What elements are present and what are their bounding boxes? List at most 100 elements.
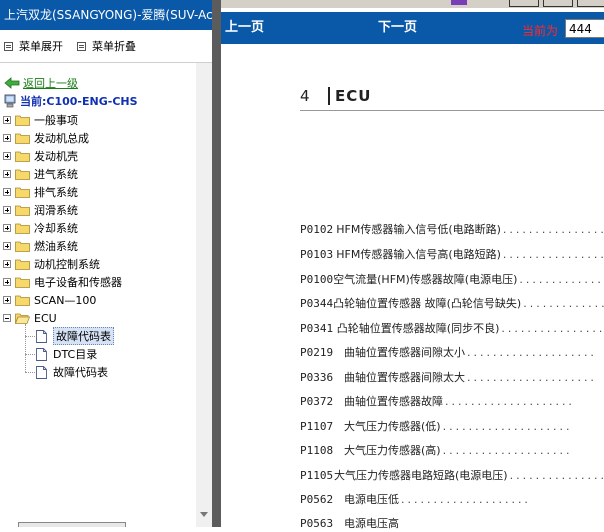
- tree-child-label: DTC目录: [53, 348, 98, 361]
- tree-item-cooling-system[interactable]: 冷却系统: [3, 220, 78, 236]
- leader-dots: ....................: [442, 419, 573, 433]
- expand-icon[interactable]: [3, 116, 11, 124]
- page-number-input[interactable]: [565, 19, 604, 38]
- tree-item-label: 排气系统: [34, 186, 78, 199]
- dtc-code: P1108: [300, 443, 334, 457]
- document-icon: [36, 365, 47, 379]
- folder-icon: [15, 151, 30, 162]
- leader-dots: ....................: [519, 272, 604, 286]
- dtc-description: 曲轴位置传感器故障: [344, 395, 443, 408]
- menu-expand-label: 菜单展开: [19, 40, 63, 53]
- menu-expand-button[interactable]: 菜单展开: [4, 38, 63, 54]
- folder-icon: [15, 169, 30, 180]
- back-link[interactable]: 返回上一级: [23, 75, 78, 91]
- expand-icon[interactable]: [3, 152, 11, 160]
- window-toolbar-strip: [221, 0, 604, 8]
- scroll-down-icon[interactable]: [200, 512, 208, 517]
- tree-item-ecu[interactable]: ECU: [3, 310, 57, 326]
- leader-dots: ....................: [502, 222, 604, 236]
- section-title: ECU: [335, 87, 372, 105]
- tree-item-fuel-system[interactable]: 燃油系统: [3, 238, 78, 254]
- tree-item-engine-housing[interactable]: 发动机壳: [3, 148, 78, 164]
- panel-title: 上汽双龙(SSANGYONG)-爱腾(SUV-Act: [0, 0, 212, 30]
- dtc-entry[interactable]: P0372 曲轴位置传感器故障....................: [300, 392, 604, 410]
- tree-item-label: 发动机壳: [34, 150, 78, 163]
- dtc-entry[interactable]: P1108 大气压力传感器(高)....................: [300, 441, 604, 459]
- tree-child-label: 故障代码表: [53, 327, 114, 345]
- tree-item-label: 动机控制系统: [34, 258, 100, 271]
- back-link-row[interactable]: 返回上一级: [4, 75, 78, 91]
- tree-item-engine-assembly[interactable]: 发动机总成: [3, 130, 89, 146]
- dtc-code: P0100: [300, 272, 334, 286]
- dtc-entry[interactable]: P0341凸轮轴位置传感器故障(同步不良)...................…: [300, 319, 604, 337]
- tree-connector: [25, 372, 35, 373]
- tree-item-engine-control[interactable]: 动机控制系统: [3, 256, 100, 272]
- leader-dots: ....................: [401, 492, 531, 506]
- panel-splitter[interactable]: [212, 0, 221, 527]
- dtc-entry[interactable]: P0100空气流量(HFM)传感器故障(电源电压)...............…: [300, 270, 604, 288]
- tree-item-general[interactable]: 一般事项: [3, 112, 78, 128]
- expand-icon[interactable]: [3, 260, 11, 268]
- collapse-icon[interactable]: [3, 314, 11, 322]
- document-icon: [36, 347, 47, 361]
- expand-icon[interactable]: [3, 188, 11, 196]
- menu-collapse-label: 菜单折叠: [92, 40, 136, 53]
- window-button[interactable]: [509, 0, 539, 7]
- folder-icon: [15, 223, 30, 234]
- expand-icon[interactable]: [3, 278, 11, 286]
- current-location: 当前:C100-ENG-CHS: [4, 93, 138, 109]
- dtc-code: P0372: [300, 394, 334, 408]
- tree-item-electronics-sensors[interactable]: 电子设备和传感器: [3, 274, 122, 290]
- page-navigation-bar: 上一页 下一页 当前为: [221, 12, 604, 44]
- tree-item-lubrication-system[interactable]: 润滑系统: [3, 202, 78, 218]
- green-arrow-left-icon: [4, 77, 20, 89]
- dtc-description: 电源电压低: [344, 493, 399, 506]
- expand-icon[interactable]: [3, 134, 11, 142]
- dtc-code: P0219: [300, 345, 334, 359]
- next-page-link[interactable]: 下一页: [378, 12, 417, 44]
- dtc-code: P0562: [300, 492, 334, 506]
- prev-page-link[interactable]: 上一页: [225, 12, 264, 44]
- window-button[interactable]: [577, 0, 604, 7]
- tree-item-label: 冷却系统: [34, 222, 78, 235]
- leader-dots: ....................: [467, 370, 597, 384]
- dtc-entry[interactable]: P0219 曲轴位置传感器间隙太小....................: [300, 343, 604, 361]
- expand-icon[interactable]: [3, 224, 11, 232]
- dtc-entry[interactable]: P0563 电源电压高: [300, 514, 604, 532]
- window-button[interactable]: [543, 0, 573, 7]
- dtc-entry[interactable]: P1107 大气压力传感器(低)....................: [300, 417, 604, 435]
- tree-child-dtc-table-2[interactable]: 故障代码表: [36, 364, 108, 380]
- tree-item-intake-system[interactable]: 进气系统: [3, 166, 78, 182]
- dtc-entry[interactable]: P0102HFM传感器输入信号低(电路断路)..................…: [300, 220, 604, 238]
- menu-collapse-button[interactable]: 菜单折叠: [77, 38, 136, 54]
- tree-child-dtc-table[interactable]: 故障代码表: [36, 327, 114, 345]
- dtc-description: 凸轮轴位置传感器故障(同步不良): [336, 322, 500, 335]
- dtc-entry[interactable]: P1105大气压力传感器电路短路(电源电压)..................…: [300, 466, 604, 484]
- tree-item-exhaust-system[interactable]: 排气系统: [3, 184, 78, 200]
- dtc-entry[interactable]: P0103HFM传感器输入信号高(电路短路)..................…: [300, 245, 604, 263]
- tree-connector: [25, 324, 26, 372]
- list-icon: [77, 41, 86, 51]
- dtc-entry[interactable]: P0344凸轮轴位置传感器 故障(凸轮信号缺失)................…: [300, 294, 604, 312]
- tree-child-dtc-index[interactable]: DTC目录: [36, 346, 97, 362]
- vertical-scrollbar[interactable]: [196, 63, 212, 527]
- expand-icon[interactable]: [3, 206, 11, 214]
- folder-open-icon: [15, 313, 30, 324]
- dtc-entry[interactable]: P0562 电源电压低....................: [300, 490, 604, 508]
- tree-item-scan100[interactable]: SCAN—100: [3, 292, 96, 308]
- list-icon: [4, 41, 13, 51]
- leader-dots: ....................: [509, 468, 604, 482]
- tree-connector: [25, 336, 35, 337]
- tree-item-label: ECU: [34, 311, 57, 325]
- horizontal-scrollbar-thumb[interactable]: [18, 522, 126, 527]
- folder-icon: [15, 115, 30, 126]
- computer-icon: [4, 94, 16, 108]
- expand-icon[interactable]: [3, 296, 11, 304]
- expand-icon[interactable]: [3, 242, 11, 250]
- dtc-code: P0344: [300, 296, 334, 310]
- folder-icon: [15, 259, 30, 270]
- folder-icon: [15, 277, 30, 288]
- dtc-entry[interactable]: P0336 曲轴位置传感器间隙太大....................: [300, 368, 604, 386]
- tree-item-label: 发动机总成: [34, 132, 89, 145]
- expand-icon[interactable]: [3, 170, 11, 178]
